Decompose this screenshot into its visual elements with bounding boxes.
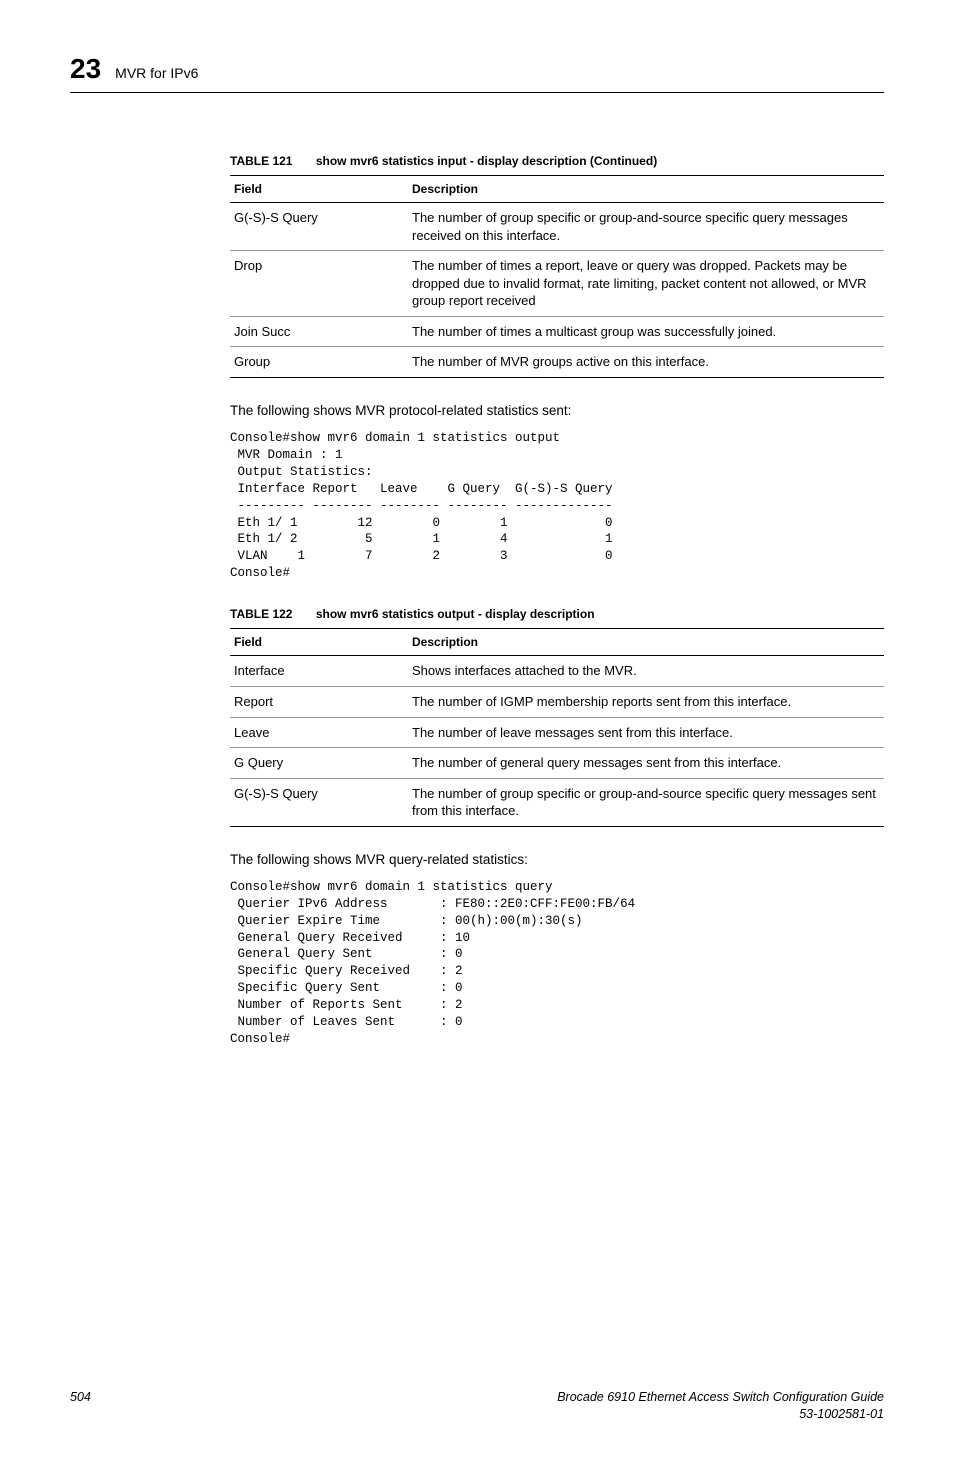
- table121: Field Description G(-S)-S Query The numb…: [230, 175, 884, 378]
- table121-head-field: Field: [230, 175, 408, 202]
- table-row: G(-S)-S Query The number of group specif…: [230, 778, 884, 826]
- field-cell: Report: [230, 687, 408, 718]
- footer-doc-title: Brocade 6910 Ethernet Access Switch Conf…: [557, 1390, 884, 1404]
- footer-docinfo: Brocade 6910 Ethernet Access Switch Conf…: [557, 1389, 884, 1423]
- field-cell: Group: [230, 347, 408, 378]
- field-cell: G(-S)-S Query: [230, 203, 408, 251]
- table121-label: TABLE 121: [230, 154, 292, 168]
- table-row: Leave The number of leave messages sent …: [230, 717, 884, 748]
- table-row: Report The number of IGMP membership rep…: [230, 687, 884, 718]
- table122: Field Description Interface Shows interf…: [230, 628, 884, 826]
- table122-head-desc: Description: [408, 629, 884, 656]
- table-row: Drop The number of times a report, leave…: [230, 251, 884, 317]
- desc-cell: The number of general query messages sen…: [408, 748, 884, 779]
- desc-cell: The number of leave messages sent from t…: [408, 717, 884, 748]
- desc-cell: Shows interfaces attached to the MVR.: [408, 656, 884, 687]
- field-cell: G(-S)-S Query: [230, 778, 408, 826]
- console-output-2: Console#show mvr6 domain 1 statistics qu…: [230, 879, 884, 1048]
- main-content: TABLE 121 show mvr6 statistics input - d…: [230, 153, 884, 1048]
- table121-head-desc: Description: [408, 175, 884, 202]
- desc-cell: The number of times a report, leave or q…: [408, 251, 884, 317]
- field-cell: Join Succ: [230, 316, 408, 347]
- chapter-number: 23: [70, 50, 101, 88]
- table-row: G Query The number of general query mess…: [230, 748, 884, 779]
- field-cell: Interface: [230, 656, 408, 687]
- page-footer: 504 Brocade 6910 Ethernet Access Switch …: [70, 1388, 884, 1423]
- table122-title: show mvr6 statistics output - display de…: [316, 607, 595, 621]
- table-row: G(-S)-S Query The number of group specif…: [230, 203, 884, 251]
- desc-cell: The number of MVR groups active on this …: [408, 347, 884, 378]
- field-cell: G Query: [230, 748, 408, 779]
- field-cell: Drop: [230, 251, 408, 317]
- desc-cell: The number of IGMP membership reports se…: [408, 687, 884, 718]
- console-output-1: Console#show mvr6 domain 1 statistics ou…: [230, 430, 884, 582]
- table-row: Interface Shows interfaces attached to t…: [230, 656, 884, 687]
- table-row: Group The number of MVR groups active on…: [230, 347, 884, 378]
- table-row: Join Succ The number of times a multicas…: [230, 316, 884, 347]
- table121-caption: TABLE 121 show mvr6 statistics input - d…: [230, 153, 884, 169]
- table122-caption: TABLE 122 show mvr6 statistics output - …: [230, 606, 884, 622]
- desc-cell: The number of group specific or group-an…: [408, 778, 884, 826]
- field-cell: Leave: [230, 717, 408, 748]
- page-header: 23 MVR for IPv6: [70, 50, 884, 93]
- page-number: 504: [70, 1389, 91, 1423]
- footer-doc-number: 53-1002581-01: [799, 1407, 884, 1421]
- chapter-title: MVR for IPv6: [115, 64, 198, 83]
- table122-head-field: Field: [230, 629, 408, 656]
- desc-cell: The number of times a multicast group wa…: [408, 316, 884, 347]
- table121-title: show mvr6 statistics input - display des…: [316, 154, 657, 168]
- paragraph-query-stats: The following shows MVR query-related st…: [230, 851, 884, 869]
- paragraph-stats-sent: The following shows MVR protocol-related…: [230, 402, 884, 420]
- desc-cell: The number of group specific or group-an…: [408, 203, 884, 251]
- table122-label: TABLE 122: [230, 607, 292, 621]
